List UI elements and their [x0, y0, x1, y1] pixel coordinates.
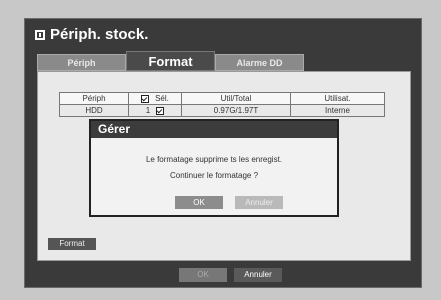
tab-bar: Périph Format Alarme DD — [37, 51, 304, 71]
table-row: HDD 1 0.97G/1.97T Interne — [59, 104, 385, 117]
select-all-checkbox[interactable] — [141, 94, 150, 103]
cell-device: HDD — [59, 104, 129, 117]
col-header-usage: Util/Total — [181, 92, 291, 105]
cancel-button[interactable]: Annuler — [234, 268, 282, 282]
col-header-select-label: Sél. — [155, 94, 169, 103]
tab-format[interactable]: Format — [126, 51, 215, 71]
table-header-row: Périph Sél. Util/Total Utilisat. — [59, 92, 385, 105]
format-button[interactable]: Format — [48, 238, 96, 250]
cell-select-number: 1 — [145, 106, 151, 115]
col-header-type: Utilisat. — [290, 92, 385, 105]
tab-periph[interactable]: Périph — [37, 54, 126, 71]
col-header-select: Sél. — [128, 92, 182, 105]
confirm-dialog: Gérer Le formatage supprime ts les enreg… — [89, 119, 339, 217]
col-header-device: Périph — [59, 92, 129, 105]
dialog-ok-button[interactable]: OK — [175, 196, 223, 209]
window-title-text: Périph. stock. — [50, 26, 149, 43]
tab-alarme-dd[interactable]: Alarme DD — [215, 54, 304, 71]
dialog-cancel-button[interactable]: Annuler — [235, 196, 283, 209]
window-title: Périph. stock. — [35, 26, 148, 43]
cell-select: 1 — [128, 104, 182, 117]
dialog-title: Gérer — [91, 121, 337, 138]
dialog-message-line1: Le formatage supprime ts les enregist. — [145, 155, 283, 164]
cell-type: Interne — [290, 104, 385, 117]
ok-button[interactable]: OK — [179, 268, 227, 282]
storage-icon — [35, 29, 45, 40]
device-table: Périph Sél. Util/Total Utilisat. HDD 1 0… — [59, 92, 385, 117]
cell-usage: 0.97G/1.97T — [181, 104, 291, 117]
row-select-checkbox[interactable] — [156, 106, 165, 115]
dialog-message-line2: Continuer le formatage ? — [169, 171, 259, 180]
